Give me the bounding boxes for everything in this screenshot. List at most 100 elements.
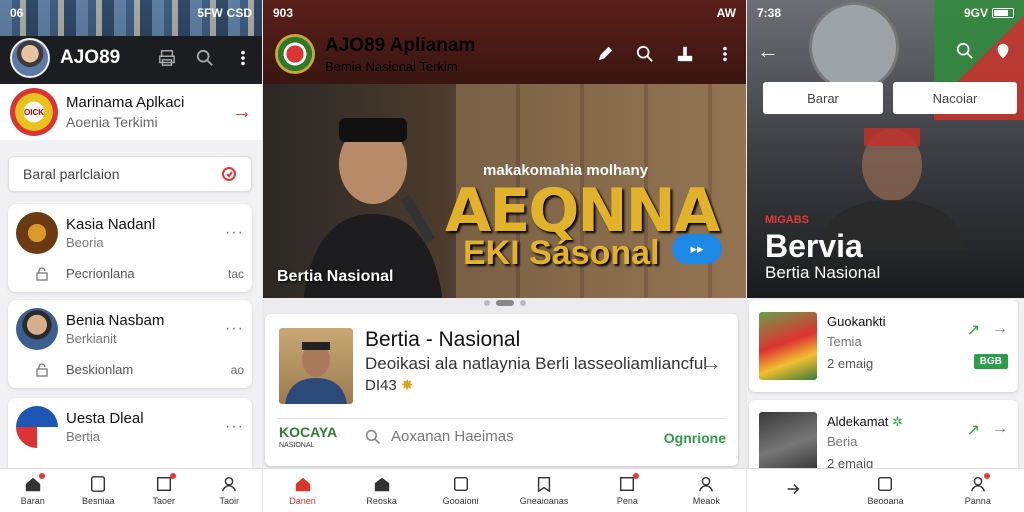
nav-notif[interactable]: Pena xyxy=(607,473,647,506)
star-icon: ✸ xyxy=(400,377,414,394)
nav-profile[interactable]: Taoir xyxy=(209,475,249,506)
avatar[interactable] xyxy=(10,38,50,78)
grid-icon xyxy=(878,476,893,492)
share-icon[interactable]: ↗ xyxy=(967,320,980,340)
more-vert-icon[interactable] xyxy=(234,49,252,67)
status-bar: 7:38 9GV xyxy=(747,0,1024,26)
forward-icon xyxy=(787,483,800,495)
search-icon[interactable] xyxy=(636,45,654,63)
promo-banner[interactable]: OICK Marinama Aplkaci Aoenia Terkimi → xyxy=(0,84,262,140)
forward-icon: ▸▸ xyxy=(690,241,704,256)
screen-home-feed: 903 AW AJO89 Aplianam Bemia Nasional Ter… xyxy=(263,0,746,512)
nav-label: Gooaioni xyxy=(442,496,479,506)
nav-label: Panna xyxy=(964,496,991,506)
news-card[interactable]: Guokankti Temia 2 emaig ↗ → BGB xyxy=(749,300,1018,392)
nav-share[interactable] xyxy=(773,480,813,501)
app-bar: AJO89 xyxy=(0,36,262,80)
status-time: 903 xyxy=(273,6,294,20)
card-thumbnail xyxy=(279,328,353,404)
search-icon[interactable] xyxy=(196,49,214,67)
nav-explore[interactable]: Beooana xyxy=(865,475,905,506)
card-avatar xyxy=(16,406,58,448)
screen-detail: MIGABS Bervia Bertia Nasional 7:38 9GV ←… xyxy=(747,0,1024,512)
location-icon[interactable] xyxy=(994,42,1012,60)
filter-chip[interactable]: Barar xyxy=(763,82,883,114)
back-arrow-icon[interactable]: ← xyxy=(757,38,779,64)
clear-icon[interactable] xyxy=(221,166,237,182)
nav-explore[interactable]: Gooaioni xyxy=(441,475,481,506)
app-bar: ← xyxy=(757,36,1012,66)
hero-headline-2: EKI Sásonal xyxy=(463,234,660,272)
search-input[interactable]: Baral parlclaion xyxy=(8,156,252,192)
hero-banner[interactable]: makakomahia molhany AEQNNA EKI Sásonal B… xyxy=(263,84,746,298)
nav-category[interactable]: Reoska xyxy=(362,475,402,506)
edit-icon[interactable] xyxy=(596,45,614,63)
status-time: 7:38 xyxy=(757,6,782,20)
arrow-right-icon[interactable]: → xyxy=(992,420,1008,440)
card-action[interactable]: Pecrionlana xyxy=(66,266,228,281)
bottom-nav: Baran Besniaa Taoer Taoir xyxy=(0,468,262,512)
search-icon[interactable] xyxy=(956,42,974,60)
arrow-right-icon[interactable]: → xyxy=(232,101,252,124)
more-horiz-icon[interactable]: ··· xyxy=(225,320,244,338)
bottom-nav: Beooana Panna xyxy=(747,468,1024,512)
more-horiz-icon[interactable]: ··· xyxy=(225,418,244,436)
app-bar: AJO89 Aplianam Bemia Nasional Terkim xyxy=(275,30,734,78)
upload-icon[interactable] xyxy=(676,45,694,63)
card-title: Benia Nasbam xyxy=(66,312,165,329)
news-card[interactable]: Bertia - Nasional Deoikasi ala natlaynia… xyxy=(265,314,738,466)
tablet-icon xyxy=(91,476,106,492)
nav-label: Gneaioanas xyxy=(519,496,569,506)
filter-chip[interactable]: Nacoiar xyxy=(893,82,1017,114)
app-subtitle: Bemia Nasional Terkim xyxy=(325,58,458,74)
bookmark-icon xyxy=(537,476,551,493)
promo-subtitle: Aoenia Terkimi xyxy=(66,114,158,130)
status-signal: AW xyxy=(716,6,736,20)
battery-icon xyxy=(992,8,1014,18)
nav-news[interactable]: Besniaa xyxy=(78,475,118,506)
nav-saved[interactable]: Gneaioanas xyxy=(519,475,569,506)
nav-label: Beooana xyxy=(867,496,904,506)
forward-button[interactable]: ▸▸ xyxy=(672,234,722,264)
search-icon xyxy=(365,429,380,444)
arrow-right-icon[interactable]: → xyxy=(700,350,722,376)
card-subtitle: Beria xyxy=(827,434,858,449)
printer-icon[interactable] xyxy=(158,49,176,67)
nav-profile[interactable]: Meaok xyxy=(686,475,726,506)
more-horiz-icon[interactable]: ··· xyxy=(225,224,244,242)
hero-tag: MIGABS xyxy=(765,214,809,226)
nav-home[interactable]: Danen xyxy=(283,475,323,506)
news-card[interactable]: Benia Nasbam Berkianit ··· Beskionlam ao xyxy=(8,300,252,388)
search-field[interactable]: Aoxanan Haeimas xyxy=(365,428,514,445)
news-card[interactable]: Kasia Nadanl Beoria ··· Pecrionlana tac xyxy=(8,204,252,292)
card-avatar xyxy=(16,212,58,254)
nav-label: Besniaa xyxy=(81,496,115,506)
nav-saved[interactable]: Taoer xyxy=(144,473,184,506)
hero-label: Bertia Nasional xyxy=(277,268,394,285)
carousel-indicator[interactable] xyxy=(263,300,746,306)
grid-icon xyxy=(453,476,468,492)
share-icon[interactable]: ↗ xyxy=(967,420,980,440)
card-description-2: DI43 ✸ xyxy=(365,377,414,394)
nav-profile[interactable]: Panna xyxy=(958,473,998,506)
options-link[interactable]: Ognrione xyxy=(664,430,726,446)
screen-news-list: 06 5FW CSD AJO89 OICK Marinama Aplkaci A… xyxy=(0,0,262,512)
card-title: Guokankti xyxy=(827,314,886,329)
app-title: AJO89 Aplianam xyxy=(325,34,476,56)
hero-headline: Bervia xyxy=(765,228,863,264)
card-subtitle: Beoria xyxy=(66,235,104,250)
arrow-right-icon[interactable]: → xyxy=(992,320,1008,340)
nav-home[interactable]: Baran xyxy=(13,473,53,506)
home-icon xyxy=(295,477,310,492)
card-avatar xyxy=(16,308,58,350)
card-action[interactable]: Beskionlam xyxy=(66,362,231,377)
card-subtitle: Temia xyxy=(827,334,862,349)
status-signal: 5FW xyxy=(197,6,223,20)
card-title: Kasia Nadanl xyxy=(66,216,156,233)
nav-label: Taoir xyxy=(219,496,239,506)
status-signal: 9GV xyxy=(963,6,988,20)
person-icon xyxy=(699,476,714,492)
more-vert-icon[interactable] xyxy=(716,45,734,63)
nav-label: Meaok xyxy=(692,496,720,506)
status-badge: BGB xyxy=(973,354,1008,369)
